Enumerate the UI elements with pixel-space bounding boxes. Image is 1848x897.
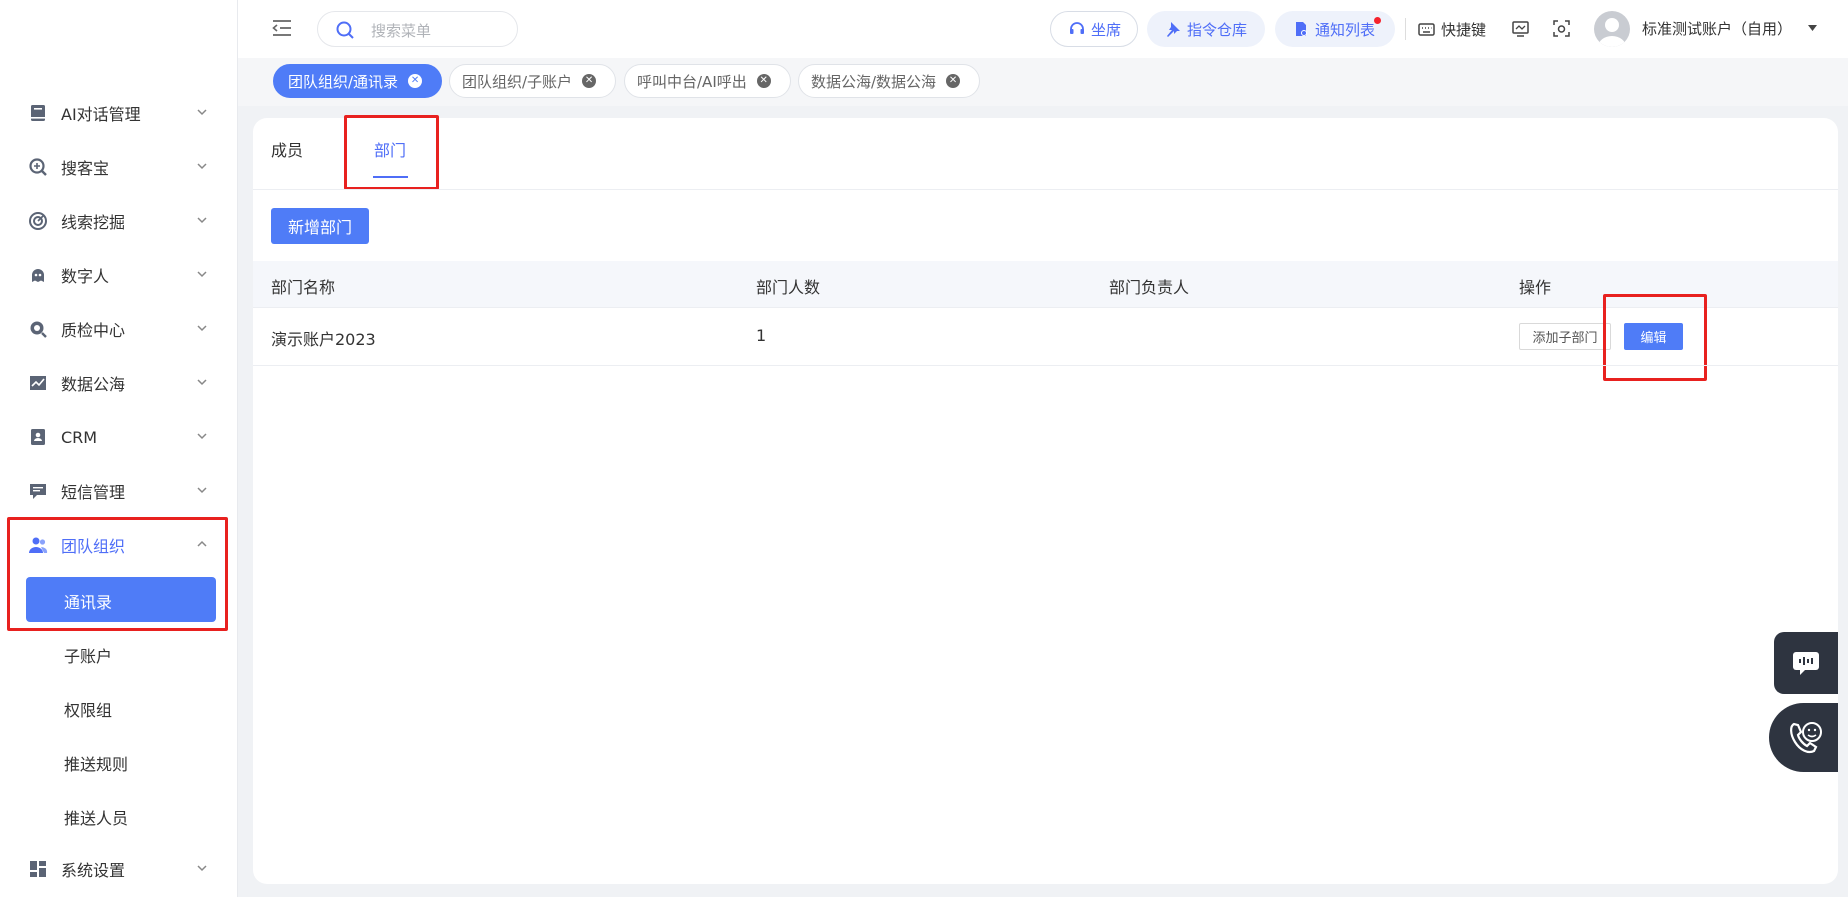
chevron-down-icon [197,109,207,116]
magnify-check-icon [30,321,47,338]
menu-item-souke[interactable]: 搜客宝 [0,143,238,191]
menu-label: 数据公海 [61,375,126,394]
phone-support-widget[interactable] [1769,703,1838,772]
contact-card-icon [31,429,45,445]
chevron-down-icon [197,271,207,278]
highlight-box [7,517,228,631]
book-icon [31,105,45,121]
screenshot-icon[interactable] [1553,20,1570,37]
menu-label: 数字人 [61,267,110,286]
notification-dot [1374,17,1381,24]
chevron-down-icon [197,217,207,224]
robot-icon [32,269,44,282]
user-name[interactable]: 标准测试账户（自用） [1642,18,1792,39]
document-bell-icon [1296,22,1307,36]
table-header [253,261,1838,307]
search-icon [336,21,354,39]
column-header: 操作 [1519,278,1552,297]
menu-item-sms[interactable]: 短信管理 [0,467,238,515]
close-icon[interactable]: ✕ [582,74,597,88]
tag-label: 团队组织/通讯录 [288,72,399,91]
tag-label: 数据公海/数据公海 [811,72,937,91]
row-divider [253,307,1838,308]
seat-label: 坐席 [1091,20,1122,39]
sub-item-push-users[interactable]: 推送人员 [64,805,128,829]
column-header: 部门负责人 [1109,278,1190,297]
user-silhouette-icon [1598,18,1626,47]
seat-button[interactable]: 坐席 [1050,11,1138,47]
voice-message-widget[interactable] [1774,632,1838,694]
menu-label: AI对话管理 [61,105,141,124]
tag-callcenter-ai[interactable]: 呼叫中台/AI呼出 ✕ [624,64,791,98]
menu-label: CRM [61,427,98,447]
tag-team-subaccount[interactable]: 团队组织/子账户 ✕ [449,64,616,98]
phone-smile-icon [1789,721,1822,753]
department-name: 演示账户2023 [271,330,376,349]
search-menu-input[interactable]: 搜索菜单 [317,11,518,47]
chevron-down-icon [197,379,207,386]
chevron-down-icon [197,487,207,494]
sidebar: AI对话管理 搜客宝 线索挖掘 数字人 质检中心 数据公海 CRM 短信管理 团… [0,0,238,897]
avatar[interactable] [1594,11,1630,47]
keyboard-icon [1418,23,1435,36]
highlight-box [344,115,439,190]
search-plus-icon [29,158,47,176]
menu-item-digital-human[interactable]: 数字人 [0,251,238,299]
chevron-down-icon [197,433,207,440]
sub-item-subaccount[interactable]: 子账户 [64,643,112,667]
close-icon[interactable]: ✕ [756,74,771,88]
sub-item-permission-group[interactable]: 权限组 [64,697,112,721]
chevron-down-icon [197,325,207,332]
menu-item-settings[interactable]: 系统设置 [0,845,238,893]
close-icon[interactable]: ✕ [946,74,961,88]
chart-icon [30,376,46,390]
caret-down-icon[interactable] [1807,24,1818,32]
shortcut-link[interactable]: 快捷键 [1418,19,1486,40]
search-placeholder: 搜索菜单 [371,22,432,40]
tag-label: 团队组织/子账户 [462,72,573,91]
menu-label: 搜客宝 [61,159,110,178]
main-panel [253,118,1838,884]
tab-members[interactable]: 成员 [271,137,303,161]
tag-data-sea[interactable]: 数据公海/数据公海 ✕ [798,64,980,98]
add-subdepartment-button[interactable]: 添加子部门 [1519,323,1611,350]
department-count: 1 [756,326,767,345]
sub-item-push-rules[interactable]: 推送规则 [64,751,128,775]
add-department-button[interactable]: 新增部门 [271,208,369,244]
tag-team-contacts[interactable]: 团队组织/通讯录 ✕ [273,64,442,98]
column-header: 部门名称 [271,278,336,297]
menu-item-quality[interactable]: 质检中心 [0,305,238,353]
menu-fold-icon[interactable] [272,19,292,37]
voice-message-icon [1793,652,1819,675]
message-icon [30,484,46,499]
menu-label: 质检中心 [61,321,126,340]
column-header: 部门人数 [756,278,821,297]
command-warehouse-button[interactable]: 指令仓库 [1147,11,1265,47]
monitor-icon[interactable] [1512,20,1529,37]
target-icon [29,212,47,230]
menu-label: 系统设置 [61,861,126,880]
menu-item-leads[interactable]: 线索挖掘 [0,197,238,245]
shortcut-label: 快捷键 [1441,21,1487,39]
headset-icon [1070,22,1084,34]
tag-label: 呼叫中台/AI呼出 [637,72,747,91]
chevron-down-icon [197,865,207,872]
tabs-divider [253,189,1838,190]
command-label: 指令仓库 [1187,20,1248,39]
divider [1405,18,1406,40]
row-divider [253,365,1838,366]
menu-label: 短信管理 [61,483,126,502]
pin-icon [1167,22,1180,37]
chevron-down-icon [197,163,207,170]
grid-icon [30,861,46,877]
close-icon[interactable]: ✕ [408,74,423,88]
notify-label: 通知列表 [1315,20,1376,39]
menu-label: 线索挖掘 [61,213,126,232]
menu-item-data-sea[interactable]: 数据公海 [0,359,238,407]
menu-item-ai-dialog[interactable]: AI对话管理 [0,89,238,137]
menu-item-crm[interactable]: CRM [0,413,238,461]
highlight-box [1603,294,1707,381]
